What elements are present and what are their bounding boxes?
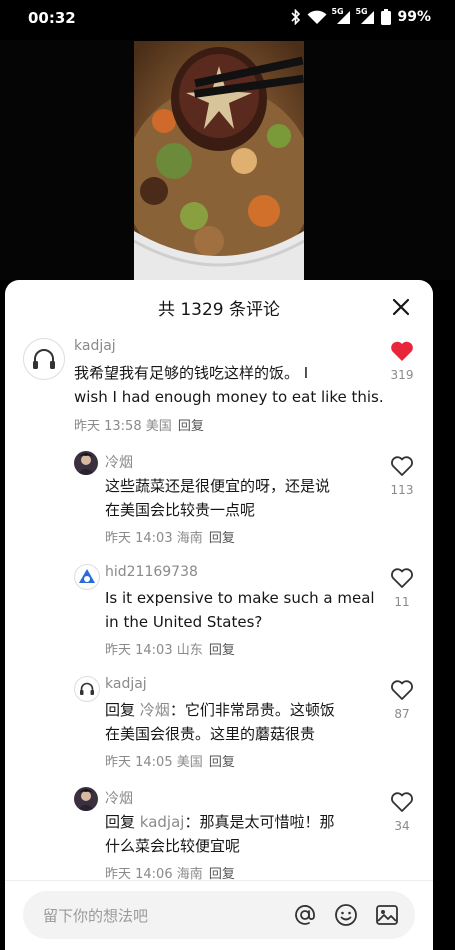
comment-location: 美国 bbox=[145, 419, 172, 434]
like-count: 319 bbox=[390, 368, 414, 382]
battery-icon bbox=[381, 9, 392, 25]
heart-icon bbox=[391, 456, 413, 476]
comment-text: 我希望我有足够的钱吃这样的饭。 I wish I had enough mone… bbox=[74, 361, 384, 409]
avatar-image bbox=[79, 569, 95, 583]
status-time: 00:32 bbox=[28, 9, 76, 27]
comment-username[interactable]: hid21169738 bbox=[105, 564, 198, 580]
like-count: 87 bbox=[394, 707, 410, 721]
like-count: 11 bbox=[394, 595, 410, 609]
comment-text-line: wish I had enough money to eat like this… bbox=[74, 388, 384, 406]
at-icon[interactable] bbox=[293, 903, 317, 927]
comment-sheet: 共 1329 条评论 kadjaj 我希望我有足够的钱吃这样的饭。 I wish… bbox=[5, 280, 433, 950]
comment-time: 昨天 14:03 bbox=[105, 531, 173, 546]
headphones-icon bbox=[80, 682, 94, 695]
background-left bbox=[0, 40, 134, 280]
headphones-icon bbox=[33, 349, 55, 369]
avatar-image bbox=[77, 789, 95, 811]
avatar[interactable] bbox=[74, 676, 100, 702]
close-icon[interactable] bbox=[391, 297, 411, 317]
comment-location: 美国 bbox=[176, 755, 203, 770]
heart-icon bbox=[391, 792, 413, 812]
comment-username[interactable]: kadjaj bbox=[105, 676, 147, 692]
comment-meta: 昨天 14:05 美国 回复 bbox=[105, 751, 235, 770]
image-icon[interactable] bbox=[375, 903, 399, 927]
comment-text: 回复 kadjaj：那真是太可惜啦！那 什么菜会比较便宜呢 bbox=[105, 810, 334, 858]
comment-username[interactable]: kadjaj bbox=[74, 338, 116, 354]
comment-text-line: 我希望我有足够的钱吃这样的饭。 I bbox=[74, 364, 309, 382]
heart-icon bbox=[391, 568, 413, 588]
bluetooth-icon bbox=[291, 9, 301, 25]
reply-button[interactable]: 回复 bbox=[178, 419, 204, 434]
network-type-1: 5G bbox=[331, 6, 344, 16]
reply-button[interactable]: 回复 bbox=[209, 531, 235, 546]
avatar[interactable] bbox=[74, 451, 98, 475]
comment-time: 昨天 14:03 bbox=[105, 643, 173, 658]
like-button[interactable]: 11 bbox=[387, 567, 417, 609]
comment-text-rest: ：那真是太可惜啦！那 bbox=[184, 813, 335, 831]
like-count: 113 bbox=[390, 483, 414, 497]
like-count: 34 bbox=[394, 819, 410, 833]
heart-icon bbox=[391, 341, 413, 361]
network-type-2: 5G bbox=[355, 6, 368, 16]
comment-text-rest: ：它们非常昂贵。这顿饭 bbox=[169, 701, 335, 719]
reply-prefix: 回复 bbox=[105, 813, 136, 831]
food-image bbox=[134, 41, 304, 280]
comment-location: 海南 bbox=[176, 531, 203, 546]
like-button[interactable]: 113 bbox=[387, 455, 417, 497]
comment-text-line: 在美国会比较贵一点呢 bbox=[105, 501, 256, 519]
avatar[interactable] bbox=[74, 564, 100, 590]
comment-meta: 昨天 13:58 美国 回复 bbox=[74, 415, 204, 434]
comment-text: 这些蔬菜还是很便宜的呀，还是说 在美国会比较贵一点呢 bbox=[105, 474, 330, 522]
comment-text-line: 回复 冷烟：它们非常昂贵。这顿饭 bbox=[105, 698, 335, 722]
like-button[interactable]: 87 bbox=[387, 679, 417, 721]
background-right bbox=[304, 40, 455, 280]
sheet-title: 共 1329 条评论 bbox=[157, 300, 281, 320]
comment-username[interactable]: 冷烟 bbox=[105, 788, 133, 808]
comment-time: 昨天 13:58 bbox=[74, 419, 142, 434]
status-bar: 00:32 5G 5G 99% bbox=[0, 0, 455, 36]
comment-text-line: Is it expensive to make such a meal bbox=[105, 589, 375, 607]
comment-text-line: 什么菜会比较便宜呢 bbox=[105, 837, 241, 855]
video-player[interactable] bbox=[134, 41, 304, 280]
signal-icon-2: 5G bbox=[355, 6, 375, 25]
comment-text-line: in the United States? bbox=[105, 613, 263, 631]
mention-link[interactable]: 冷烟 bbox=[140, 701, 170, 719]
comment-meta: 昨天 14:03 山东 回复 bbox=[105, 639, 235, 658]
comment-meta: 昨天 14:03 海南 回复 bbox=[105, 527, 235, 546]
battery-percent: 99% bbox=[397, 9, 431, 25]
avatar[interactable] bbox=[74, 787, 98, 811]
mention-link[interactable]: kadjaj bbox=[140, 813, 185, 831]
heart-icon bbox=[391, 680, 413, 700]
wifi-icon bbox=[307, 10, 327, 25]
avatar-image bbox=[77, 453, 95, 475]
comment-input-placeholder: 留下你的想法吧 bbox=[43, 907, 149, 925]
reply-button[interactable]: 回复 bbox=[209, 643, 235, 658]
avatar[interactable] bbox=[23, 338, 65, 380]
reply-button[interactable]: 回复 bbox=[209, 755, 235, 770]
reply-prefix: 回复 bbox=[105, 701, 136, 719]
comment-input[interactable]: 留下你的想法吧 bbox=[23, 891, 415, 939]
comment-text-line: 回复 kadjaj：那真是太可惜啦！那 bbox=[105, 810, 334, 834]
status-icons: 5G 5G 99% bbox=[291, 6, 431, 25]
comment-username[interactable]: 冷烟 bbox=[105, 452, 133, 472]
comment-time: 昨天 14:05 bbox=[105, 755, 173, 770]
like-button[interactable]: 319 bbox=[387, 340, 417, 382]
emoji-icon[interactable] bbox=[334, 903, 358, 927]
divider bbox=[5, 880, 433, 881]
signal-icon-1: 5G bbox=[331, 6, 351, 25]
comment-text: 回复 冷烟：它们非常昂贵。这顿饭 在美国会很贵。这里的蘑菇很贵 bbox=[105, 698, 335, 746]
comment-text-line: 这些蔬菜还是很便宜的呀，还是说 bbox=[105, 477, 331, 495]
comment-text-line: 在美国会很贵。这里的蘑菇很贵 bbox=[105, 725, 316, 743]
comment-text: Is it expensive to make such a meal in t… bbox=[105, 586, 375, 634]
like-button[interactable]: 34 bbox=[387, 791, 417, 833]
comment-location: 山东 bbox=[176, 643, 203, 658]
